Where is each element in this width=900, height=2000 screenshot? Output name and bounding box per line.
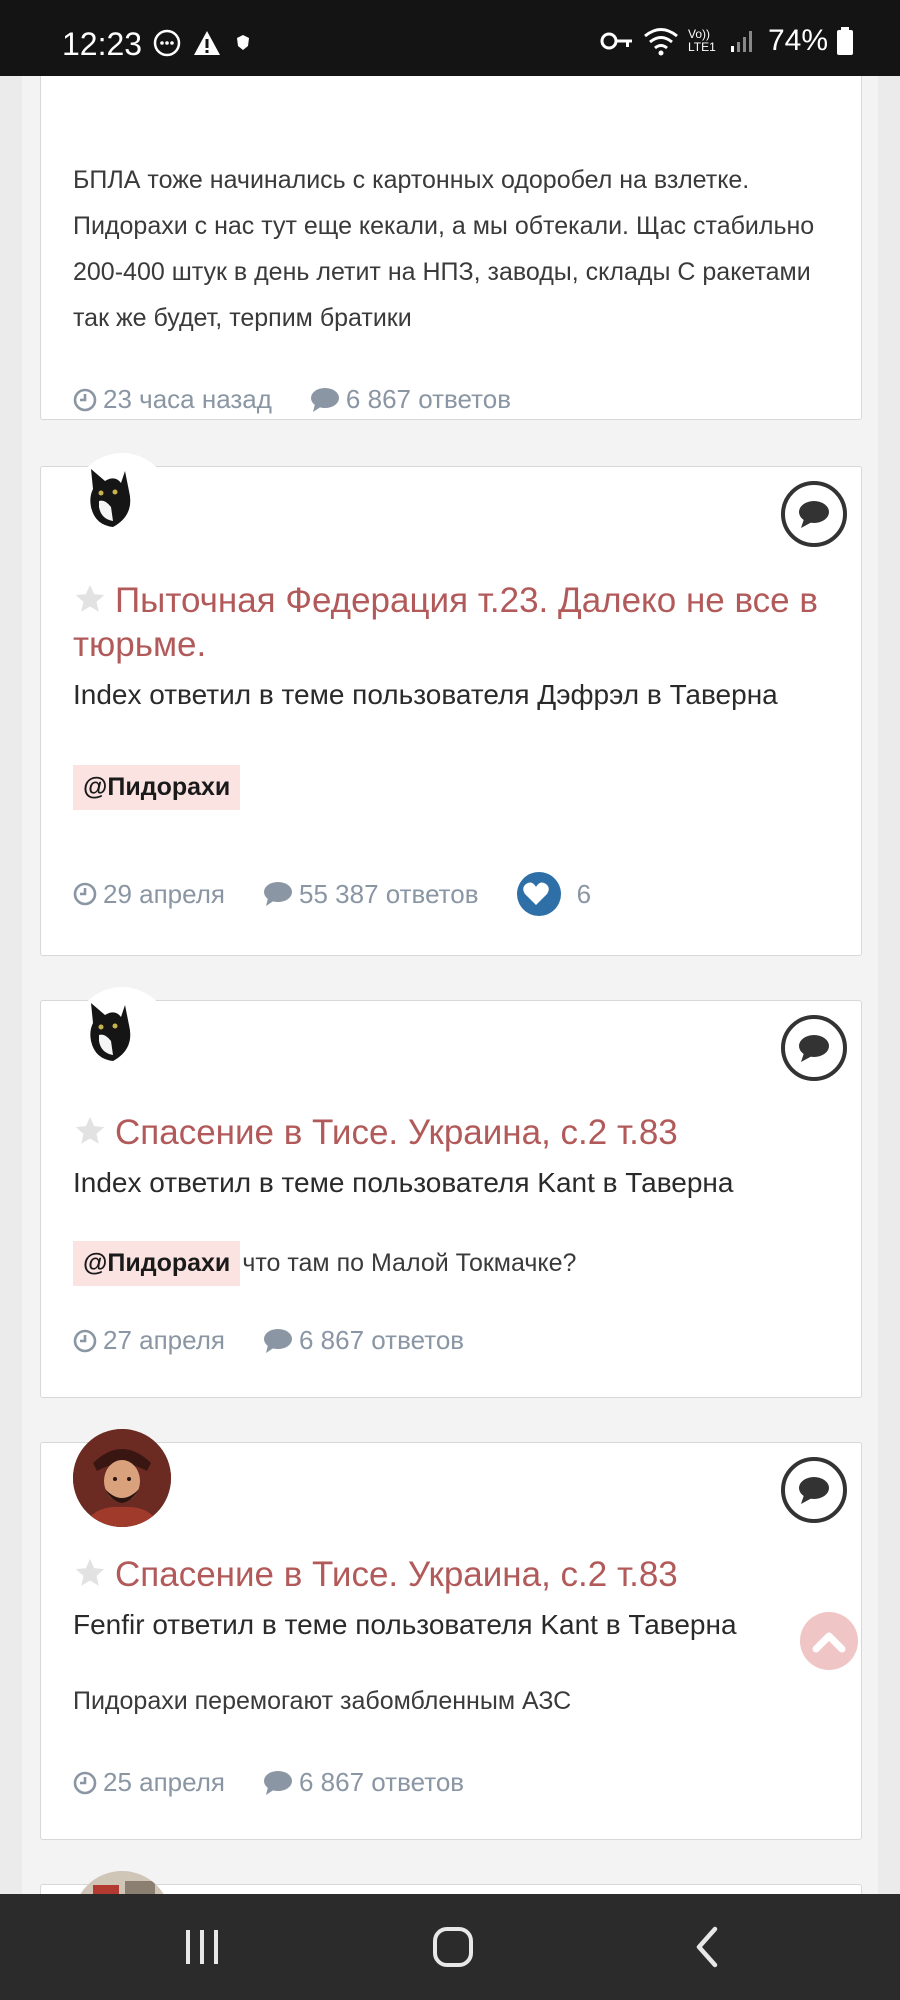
activity-card[interactable] [40, 1871, 862, 1894]
activity-card[interactable]: Спасение в Тисе. Украина, с.2 т.83 Index… [40, 987, 862, 1398]
topic-title-row: Пыточная Федерация т.23. Далеко не все в… [73, 579, 833, 667]
reply-count[interactable]: 6 867 ответов [299, 1325, 464, 1356]
post-time: 29 апреля [103, 878, 225, 909]
chat-bubble-icon [799, 501, 829, 528]
post-time: 23 часа назад [103, 384, 272, 414]
user-mention[interactable]: @Пидорахи [73, 1241, 241, 1286]
avatar[interactable] [73, 1429, 171, 1527]
clock-icon [73, 882, 97, 906]
reply-badge[interactable] [781, 1015, 847, 1081]
like-count: 6 [576, 878, 592, 909]
key-icon [600, 32, 632, 50]
back-button[interactable] [676, 1922, 736, 1972]
chat-bubble-icon [799, 1035, 829, 1062]
clock-icon [73, 1329, 97, 1352]
portrait-avatar-image [73, 1429, 171, 1527]
back-icon [696, 1926, 718, 1968]
notification-icons [152, 28, 254, 58]
clock-icon [73, 388, 97, 411]
clock-icon [73, 1771, 97, 1794]
chat-bubble-icon [799, 1477, 829, 1504]
post-excerpt: БПЛА тоже начинались с картонных одоробе… [73, 166, 815, 332]
cat-avatar-image [90, 1003, 131, 1061]
topic-title-row: Спасение в Тисе. Украина, с.2 т.83 [73, 1111, 833, 1155]
post-meta: 25 апреля 6 867 ответов [73, 1767, 502, 1798]
status-time: 12:23 [62, 26, 143, 62]
warning-icon [194, 31, 220, 55]
topic-title[interactable]: Пыточная Федерация т.23. Далеко не все в… [73, 581, 818, 664]
topic-title[interactable]: Спасение в Тисе. Украина, с.2 т.83 [115, 1555, 678, 1594]
heart-icon[interactable] [516, 872, 561, 916]
status-bar: 12:23 Vo)) LTE1 74% [0, 0, 900, 76]
post-meta: 29 апреля 55 387 ответов 6 [73, 872, 629, 916]
comment-icon [264, 1770, 292, 1795]
activity-card[interactable]: БПЛА тоже начинались с картонных одоробе… [40, 76, 862, 420]
avatar-image [73, 1871, 171, 1894]
topic-subtitle: Fenfir ответил в теме пользователя Kant … [73, 1609, 737, 1640]
chevron-up-icon [812, 1632, 846, 1653]
recent-apps-button[interactable] [172, 1922, 232, 1972]
home-button[interactable] [423, 1922, 483, 1972]
system-icons: Vo)) LTE1 74% [600, 24, 854, 58]
comment-icon [264, 1328, 292, 1353]
avatar[interactable] [73, 987, 171, 1085]
comment-icon [264, 882, 292, 906]
reply-count[interactable]: 6 867 ответов [299, 1767, 464, 1798]
cat-avatar-image [90, 469, 131, 527]
avatar[interactable] [73, 1871, 171, 1894]
post-meta: 27 апреля 6 867 ответов [73, 1325, 502, 1356]
scroll-to-top-button[interactable] [800, 1612, 858, 1670]
post-time: 25 апреля [103, 1767, 225, 1797]
wifi-icon [644, 28, 678, 56]
topic-subtitle: Index ответил в теме пользователя Kant в… [73, 1167, 734, 1198]
home-icon [433, 1927, 473, 1967]
post-time: 27 апреля [103, 1325, 225, 1355]
snippet-text: Пидорахи перемогают забомбленным АЗС [73, 1687, 572, 1715]
activity-card[interactable]: Пыточная Федерация т.23. Далеко не все в… [40, 453, 862, 956]
network-label: Vo)) LTE1 [688, 27, 716, 54]
post-snippet: @Пидорахи [73, 765, 242, 810]
avatar[interactable] [73, 453, 171, 551]
recent-apps-icon [186, 1930, 218, 1964]
post-meta: 23 часа назад 6 867 ответов [73, 384, 549, 415]
signal-icon [731, 31, 752, 52]
topic-title-row: Спасение в Тисе. Украина, с.2 т.83 [73, 1553, 833, 1597]
reply-count[interactable]: 55 387 ответов [299, 879, 479, 910]
reply-badge[interactable] [781, 1457, 847, 1523]
user-mention[interactable]: @Пидорахи [73, 765, 241, 810]
reply-count[interactable]: 6 867 ответов [346, 384, 511, 415]
snippet-text: что там по Малой Токмачке? [242, 1249, 577, 1277]
post-snippet: Пидорахи перемогают забомбленным АЗС [73, 1687, 571, 1716]
comment-icon [310, 387, 339, 412]
star-icon[interactable] [73, 1556, 107, 1590]
topic-subtitle: Index ответил в теме пользователя Дэфрэл… [73, 679, 778, 710]
topic-title[interactable]: Спасение в Тисе. Украина, с.2 т.83 [115, 1113, 678, 1152]
battery-percentage: 74% [768, 24, 829, 57]
star-icon[interactable] [73, 1114, 107, 1148]
activity-feed[interactable]: БПЛА тоже начинались с картонных одоробе… [22, 76, 878, 1894]
post-snippet: @Пидорахи что там по Малой Токмачке? [73, 1241, 576, 1286]
activity-card[interactable]: Спасение в Тисе. Украина, с.2 т.83 Fenfi… [40, 1429, 862, 1840]
shield-icon [237, 35, 249, 50]
battery-icon [837, 27, 854, 55]
chat-bubble-icon [153, 29, 181, 57]
navigation-bar [0, 1894, 900, 2000]
reply-badge[interactable] [781, 481, 847, 547]
star-icon[interactable] [73, 582, 107, 616]
